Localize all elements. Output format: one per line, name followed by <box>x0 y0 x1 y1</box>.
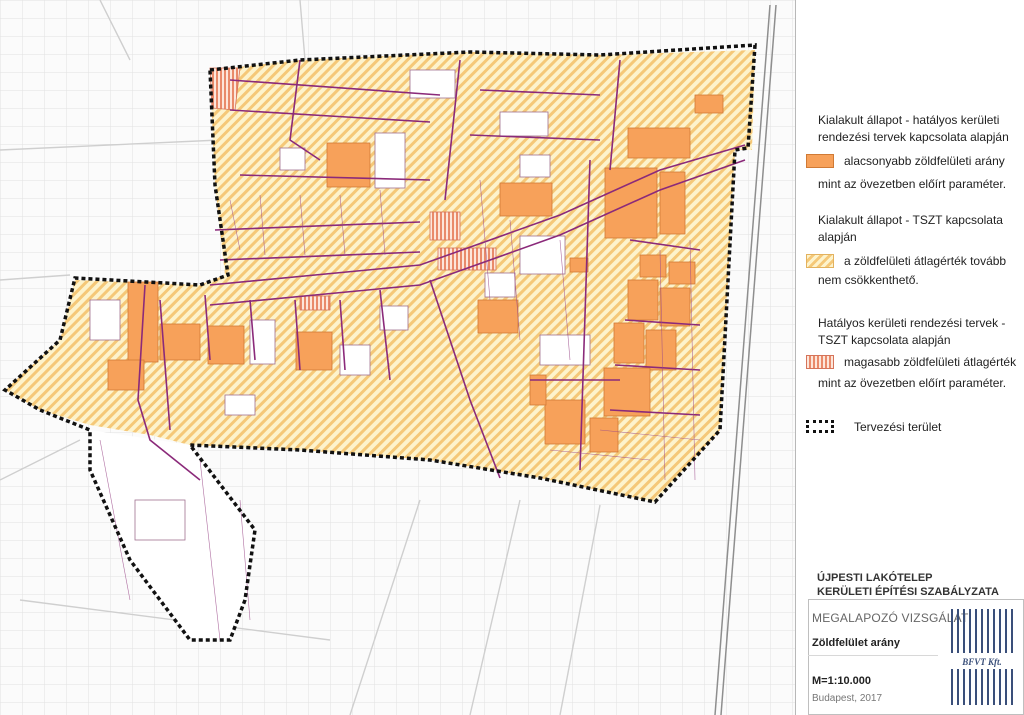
legend-item1-cont: mint az övezetben előírt paraméter. <box>818 177 1007 191</box>
legend-item4-label: Tervezési terület <box>854 420 942 434</box>
dashed-boundary-icon <box>806 420 834 433</box>
legend-group3-title: Hatályos kerületi rendezési tervek - TSZ… <box>818 316 1006 347</box>
project-title: ÚJPESTI LAKÓTELEP KERÜLETI ÉPÍTÉSI SZABÁ… <box>817 571 999 599</box>
svg-text:BFVT Kft.: BFVT Kft. <box>961 657 1002 667</box>
hatched-swatch-icon <box>806 254 834 268</box>
legend-item2-label: a zöldfelületi átlagérték tovább <box>844 254 1007 268</box>
title-block: ÚJPESTI LAKÓTELEP KERÜLETI ÉPÍTÉSI SZABÁ… <box>796 555 1024 715</box>
legend-group2-title: Kialakult állapot - TSZT kapcsolata alap… <box>818 213 1003 244</box>
bfvt-logo-icon: BFVT Kft. <box>950 609 1014 705</box>
project-title-line1: ÚJPESTI LAKÓTELEP <box>817 572 933 584</box>
sheet-title: Zöldfelület arány <box>812 637 901 649</box>
legend-item-higher-green: magasabb zöldfelületi átlagérték <box>806 353 1020 373</box>
title-divider <box>808 655 938 656</box>
legend-item-average: a zöldfelületi átlagérték tovább <box>806 252 1020 272</box>
legend-item-boundary: Tervezési terület <box>806 418 1020 438</box>
zoning-map[interactable] <box>0 0 795 715</box>
orange-swatch-icon <box>806 154 834 168</box>
legend-item3-label: magasabb zöldfelületi átlagérték <box>844 355 1017 369</box>
legend-group1-title: Kialakult állapot - hatályos kerületi re… <box>818 113 1009 144</box>
legend-panel: Kialakult állapot - hatályos kerületi re… <box>795 0 1024 715</box>
legend-item1-label: alacsonyabb zöldfelületi arány <box>844 154 1005 168</box>
place-year: Budapest, 2017 <box>812 693 883 704</box>
map-scale: M=1:10.000 <box>812 675 872 687</box>
title-subtitle: MEGALAPOZÓ VIZSGÁLAT <box>812 611 969 625</box>
project-title-line2: KERÜLETI ÉPÍTÉSI SZABÁLYZATA <box>817 586 999 598</box>
legend-item3-cont: mint az övezetben előírt paraméter. <box>818 376 1007 390</box>
legend-item2-cont: nem csökkenthető. <box>818 273 919 287</box>
legend-item-lower-green: alacsonyabb zöldfelületi arány <box>806 152 1020 172</box>
red-striped-swatch-icon <box>806 355 834 369</box>
